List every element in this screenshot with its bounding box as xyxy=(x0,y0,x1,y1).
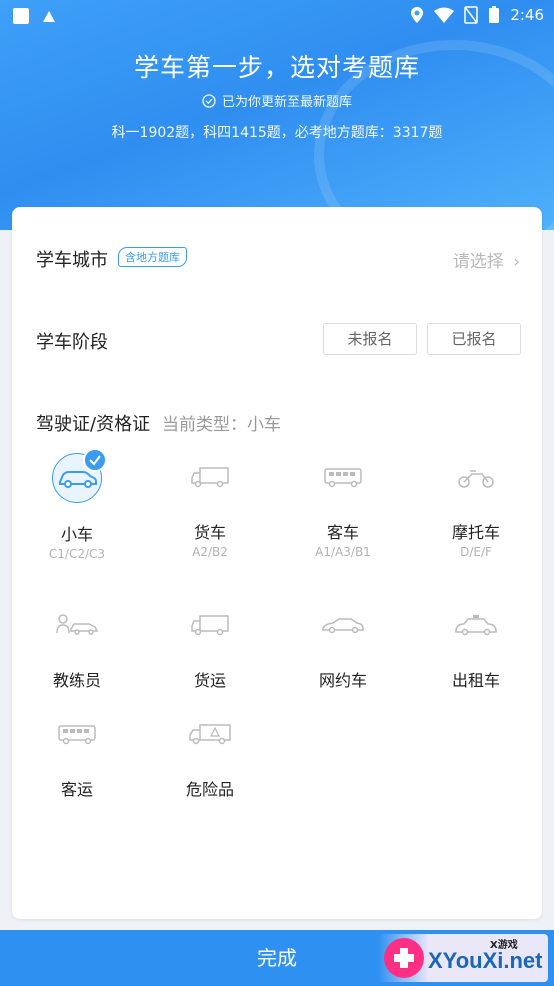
bus-icon-wrap xyxy=(319,453,367,501)
stage-label: 学车阶段 xyxy=(36,332,108,353)
type-item-ride-hailing[interactable]: 网约车 xyxy=(278,601,408,691)
type-name: 危险品 xyxy=(185,780,234,799)
type-code: D/E/F xyxy=(460,545,492,559)
enrolled-button[interactable]: 已报名 xyxy=(427,323,521,355)
type-name: 小车 xyxy=(60,525,93,544)
type-item-hazmat[interactable]: 危险品 xyxy=(145,710,275,800)
type-name: 教练员 xyxy=(52,671,101,690)
type-item-truck[interactable]: 货车 A2/B2 xyxy=(145,453,275,559)
bus-icon xyxy=(324,468,362,488)
chevron-right-icon: › xyxy=(513,252,520,272)
passenger-bus-icon-wrap xyxy=(53,710,101,758)
ride-hailing-car-icon xyxy=(322,618,364,634)
type-name: 货运 xyxy=(193,671,226,690)
type-item-bus[interactable]: 客车 A1/A3/B1 xyxy=(278,453,408,559)
header-banner xyxy=(0,0,554,230)
license-label: 驾驶证/资格证 xyxy=(36,414,151,435)
type-name: 客运 xyxy=(60,780,93,799)
motorcycle-icon-wrap xyxy=(452,453,500,501)
question-counts: 科一1902题，科四1415题，必考地方题库：3317题 xyxy=(111,125,443,141)
gamepad-logo-icon xyxy=(384,938,424,978)
type-name: 货车 xyxy=(193,523,226,542)
type-code: A1/A3/B1 xyxy=(315,545,371,559)
not-enrolled-button[interactable]: 未报名 xyxy=(323,323,417,355)
wifi-icon xyxy=(434,7,455,23)
taxi-icon xyxy=(455,615,497,636)
type-code: C1/C2/C3 xyxy=(48,547,106,561)
type-name: 摩托车 xyxy=(451,523,500,542)
status-bar: 2:46 xyxy=(0,0,554,32)
city-select[interactable]: 请选择 › xyxy=(453,247,520,272)
type-item-taxi[interactable]: 出租车 xyxy=(411,601,541,691)
no-sim-icon xyxy=(464,6,479,24)
site-watermark: X游戏 XYouXi.net xyxy=(378,934,548,982)
type-name: 网约车 xyxy=(318,671,367,690)
check-circle-icon xyxy=(202,93,216,108)
page-title: 学车第一步，选对考题库 xyxy=(133,53,420,82)
type-item-passenger-transport[interactable]: 客运 xyxy=(12,710,142,800)
watermark-main-text: XYouXi.net xyxy=(428,948,543,973)
coach-icon-wrap xyxy=(53,601,101,649)
status-time: 2:46 xyxy=(510,6,544,24)
hazmat-truck-icon xyxy=(189,724,231,745)
update-notice-text: 已为你更新至最新题库 xyxy=(221,95,352,110)
freight-truck-icon-wrap xyxy=(186,601,234,649)
type-item-motorcycle[interactable]: 摩托车 D/E/F xyxy=(411,453,541,559)
freight-truck-icon xyxy=(191,615,229,636)
type-name: 客车 xyxy=(326,523,359,542)
selected-check-icon xyxy=(83,448,107,472)
type-item-freight[interactable]: 货运 xyxy=(145,601,275,691)
cleaner-notification-icon xyxy=(43,11,55,22)
type-item-car[interactable]: 小车 C1/C2/C3 xyxy=(12,448,142,561)
hazmat-truck-icon-wrap xyxy=(186,710,234,758)
car-icon-wrap xyxy=(52,448,107,503)
coach-icon xyxy=(56,614,99,635)
truck-icon xyxy=(191,467,229,488)
ride-hailing-car-icon-wrap xyxy=(319,601,367,649)
city-select-placeholder: 请选择 xyxy=(452,252,504,272)
truck-icon-wrap xyxy=(186,453,234,501)
taxi-icon-wrap xyxy=(452,601,500,649)
location-icon xyxy=(411,7,424,23)
settings-card: 学车城市 含地方题库 请选择 › 学车阶段 未报名 已报名 驾驶证/资格证 当前… xyxy=(12,207,542,919)
app-notification-icon xyxy=(13,8,29,24)
motorcycle-icon xyxy=(458,470,494,488)
local-bank-badge: 含地方题库 xyxy=(118,247,187,267)
city-label: 学车城市 xyxy=(36,250,108,271)
battery-icon xyxy=(489,6,500,23)
type-name: 出租车 xyxy=(451,671,500,690)
type-code: A2/B2 xyxy=(192,545,228,559)
passenger-bus-icon xyxy=(58,725,96,745)
current-type-text: 当前类型：小车 xyxy=(162,415,281,435)
type-item-coach[interactable]: 教练员 xyxy=(12,601,142,691)
update-notice: 已为你更新至最新题库 xyxy=(0,91,554,110)
